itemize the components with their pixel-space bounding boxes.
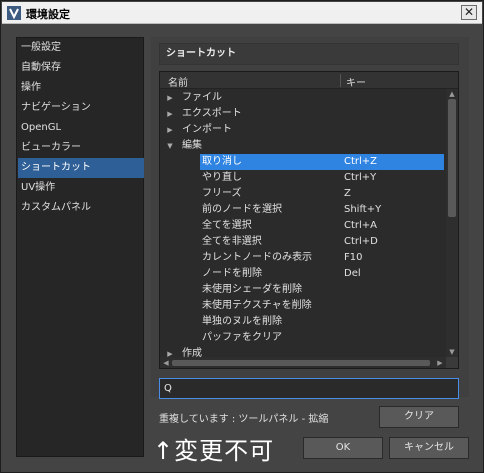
sidebar-item[interactable]: 一般設定 [18, 38, 144, 58]
row-key: Ctrl+Y [344, 172, 377, 183]
tree-shortcut-row[interactable]: 取り消し Ctrl+Z [200, 154, 444, 170]
horizontal-scroll-thumb[interactable] [172, 360, 430, 366]
row-name: カレントノードのみ表示 [202, 252, 312, 263]
tree-shortcut-row[interactable]: パッファをクリア [160, 330, 446, 346]
tree-shortcut-row[interactable]: 前のノードを選択 Shift+Y [160, 202, 446, 218]
sidebar-item[interactable]: ビューカラー [18, 138, 144, 158]
row-name: 全てを非選択 [202, 236, 262, 247]
row-name: パッファをクリア [202, 332, 282, 343]
sidebar-item[interactable]: 自動保存 [18, 58, 144, 78]
row-name: やり直し [202, 172, 242, 183]
row-key: Z [344, 188, 351, 199]
row-name: 前のノードを選択 [202, 204, 282, 215]
sidebar-item[interactable]: ショートカット [18, 158, 144, 178]
tree-shortcut-row[interactable]: フリーズ Z [160, 186, 446, 202]
tree-shortcut-row[interactable]: 未使用シェーダを削除 [160, 282, 446, 298]
row-key: Ctrl+Z [344, 156, 378, 167]
scroll-up-icon[interactable]: ▲ [446, 89, 458, 99]
tree-shortcut-row[interactable]: 単独のヌルを削除 [160, 314, 446, 330]
tree-shortcut-row[interactable]: 全てを非選択 Ctrl+D [160, 234, 446, 250]
annotation-text: ↑変更不可 [153, 437, 275, 465]
cancel-button[interactable]: キャンセル [389, 437, 469, 459]
column-divider[interactable] [340, 74, 341, 87]
row-key: Ctrl+A [344, 220, 378, 231]
column-header-key[interactable]: キー [346, 74, 366, 89]
shortcut-key-input[interactable] [159, 378, 459, 399]
row-name: 単独のヌルを削除 [202, 316, 282, 327]
tree-shortcut-row[interactable]: 全てを選択 Ctrl+A [160, 218, 446, 234]
row-name: フリーズ [202, 188, 242, 199]
close-icon[interactable]: ✕ [461, 5, 477, 20]
row-key: Ctrl+D [344, 236, 378, 247]
sidebar-item[interactable]: ナビゲーション [18, 98, 144, 118]
scroll-down-icon[interactable]: ▼ [446, 347, 458, 357]
expand-right-icon[interactable]: ▶ [166, 90, 174, 106]
tree-category-row[interactable]: ▼ 編集 [160, 138, 446, 154]
category-list: 一般設定 自動保存 操作 ナビゲーション OpenGL ビューカラー ショートカット UV操作… [16, 37, 144, 457]
row-key: Shift+Y [344, 204, 382, 215]
row-name: 未使用テクスチャを削除 [202, 300, 312, 311]
section-title: ショートカット [159, 43, 459, 65]
tree-header: 名前 キー [160, 72, 458, 89]
ok-button[interactable]: OK [303, 437, 383, 459]
clear-button[interactable]: クリア [379, 406, 459, 428]
row-key: Del [344, 268, 361, 279]
expand-down-icon[interactable]: ▼ [166, 138, 174, 154]
app-icon [7, 6, 21, 20]
sidebar-item[interactable]: UV操作 [18, 178, 144, 198]
tree-category-row[interactable]: ▶ インポート [160, 122, 446, 138]
scroll-corner [446, 357, 458, 368]
tree-shortcut-row[interactable]: やり直し Ctrl+Y [160, 170, 446, 186]
vertical-scroll-thumb[interactable] [448, 99, 456, 217]
row-name: インポート [182, 124, 232, 135]
row-name: エクスポート [182, 108, 242, 119]
scroll-left-icon[interactable]: ◀ [160, 357, 172, 368]
tree-category-row[interactable]: ▶ ファイル [160, 90, 446, 106]
row-name: ファイル [182, 92, 222, 103]
row-name: 編集 [182, 140, 202, 151]
sidebar-item[interactable]: OpenGL [18, 118, 144, 138]
row-name: ノードを削除 [202, 268, 262, 279]
shortcut-tree: 名前 キー ▶ ファイル ▶ エクスポート ▶ インポート ▼ 編集 取り消し Ctrl+Z やり直… [159, 71, 459, 369]
tree-shortcut-row[interactable]: カレントノードのみ表示 F10 [160, 250, 446, 266]
conflict-message: 重複しています : ツールパネル - 拡縮 [159, 414, 329, 425]
row-key: F10 [344, 252, 363, 263]
title-bar: 環境設定 ✕ [2, 2, 482, 24]
tree-shortcut-row[interactable]: ノードを削除 Del [160, 266, 446, 282]
sidebar-item[interactable]: カスタムパネル [18, 198, 144, 218]
vertical-scrollbar[interactable]: ▲ ▼ [446, 89, 458, 357]
column-header-name[interactable]: 名前 [168, 74, 188, 89]
horizontal-scrollbar[interactable]: ◀ ▶ [160, 357, 446, 368]
tree-category-row[interactable]: ▶ エクスポート [160, 106, 446, 122]
row-name: 全てを選択 [202, 220, 252, 231]
tree-shortcut-row[interactable]: 未使用テクスチャを削除 [160, 298, 446, 314]
scroll-right-icon[interactable]: ▶ [434, 357, 446, 368]
expand-right-icon[interactable]: ▶ [166, 106, 174, 122]
sidebar-item[interactable]: 操作 [18, 78, 144, 98]
window-title: 環境設定 [26, 8, 70, 21]
preferences-window: 環境設定 ✕ 一般設定 自動保存 操作 ナビゲーション OpenGL ビューカラー ショート… [0, 0, 484, 473]
row-name: 未使用シェーダを削除 [202, 284, 302, 295]
row-name: 取り消し [202, 156, 242, 167]
expand-right-icon[interactable]: ▶ [166, 122, 174, 138]
